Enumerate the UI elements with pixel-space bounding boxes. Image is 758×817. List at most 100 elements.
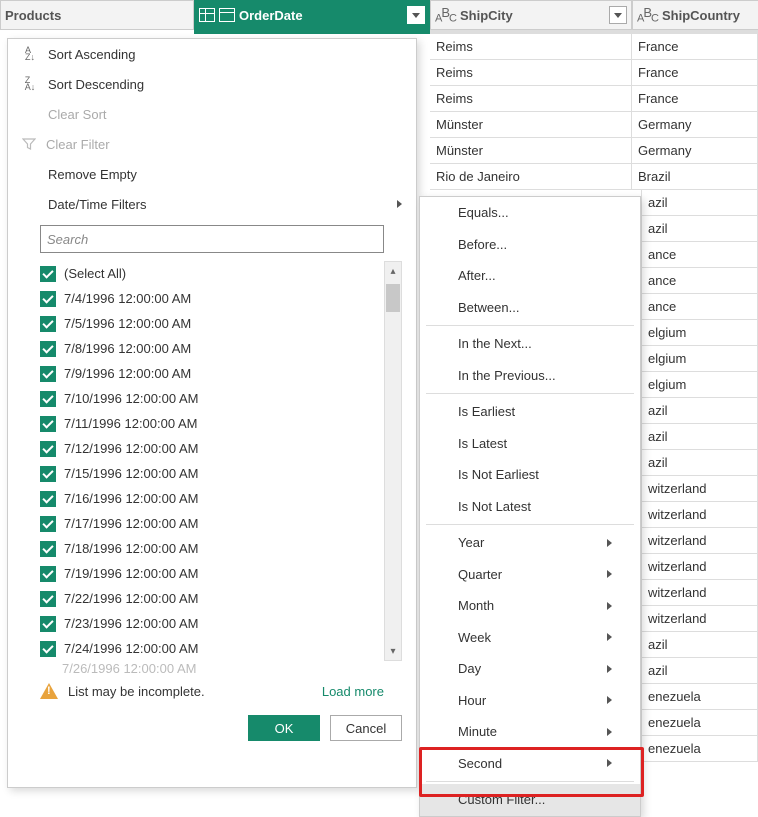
cell-shipcountry-partial[interactable]: elgium xyxy=(641,372,758,398)
cell-shipcountry-partial[interactable]: azil xyxy=(641,190,758,216)
filter-value-item[interactable]: 7/11/1996 12:00:00 AM xyxy=(40,411,382,436)
cell-shipcountry-partial[interactable]: witzerland xyxy=(641,528,758,554)
checkbox-icon[interactable] xyxy=(40,641,56,657)
cancel-button[interactable]: Cancel xyxy=(330,715,402,741)
cell-shipcountry-partial[interactable]: azil xyxy=(641,216,758,242)
table-row[interactable]: ance xyxy=(641,268,758,294)
cell-shipcountry-partial[interactable]: ance xyxy=(641,242,758,268)
datetime-filters[interactable]: Date/Time Filters xyxy=(8,189,416,219)
filter-in-next[interactable]: In the Next... xyxy=(420,328,640,360)
filter-value-item[interactable]: 7/19/1996 12:00:00 AM xyxy=(40,561,382,586)
table-row[interactable]: witzerland xyxy=(641,476,758,502)
filter-value-item[interactable]: 7/9/1996 12:00:00 AM xyxy=(40,361,382,386)
column-header-products[interactable]: Products xyxy=(0,0,194,30)
cell-shipcountry-partial[interactable]: enezuela xyxy=(641,684,758,710)
cell-shipcountry[interactable]: Brazil xyxy=(632,164,758,190)
table-row[interactable]: ReimsFrance xyxy=(430,60,758,86)
filter-year[interactable]: Year xyxy=(420,527,640,559)
checkbox-icon[interactable] xyxy=(40,416,56,432)
table-row[interactable]: ReimsFrance xyxy=(430,86,758,112)
table-row[interactable]: azil xyxy=(641,658,758,684)
table-row[interactable]: witzerland xyxy=(641,502,758,528)
scroll-thumb[interactable] xyxy=(386,284,400,312)
table-row[interactable]: azil xyxy=(641,398,758,424)
filter-value-item[interactable]: 7/15/1996 12:00:00 AM xyxy=(40,461,382,486)
cell-shipcountry-partial[interactable]: azil xyxy=(641,658,758,684)
filter-equals[interactable]: Equals... xyxy=(420,197,640,229)
table-row[interactable]: MünsterGermany xyxy=(430,138,758,164)
checkbox-icon[interactable] xyxy=(40,491,56,507)
filter-second[interactable]: Second xyxy=(420,748,640,780)
filter-in-previous[interactable]: In the Previous... xyxy=(420,360,640,392)
filter-month[interactable]: Month xyxy=(420,590,640,622)
filter-value-item[interactable]: 7/4/1996 12:00:00 AM xyxy=(40,286,382,311)
table-row[interactable]: witzerland xyxy=(641,580,758,606)
filter-custom[interactable]: Custom Filter... xyxy=(420,784,640,816)
filter-between[interactable]: Between... xyxy=(420,292,640,324)
filter-day[interactable]: Day xyxy=(420,653,640,685)
table-row[interactable]: azil xyxy=(641,216,758,242)
filter-is-not-latest[interactable]: Is Not Latest xyxy=(420,491,640,523)
table-row[interactable]: witzerland xyxy=(641,528,758,554)
table-row[interactable]: ance xyxy=(641,242,758,268)
table-row[interactable]: azil xyxy=(641,632,758,658)
column-header-orderdate[interactable]: OrderDate xyxy=(194,0,430,30)
cell-shipcity[interactable]: Rio de Janeiro xyxy=(430,164,632,190)
table-row[interactable]: azil xyxy=(641,190,758,216)
table-row[interactable]: azil xyxy=(641,424,758,450)
checkbox-icon[interactable] xyxy=(40,366,56,382)
filter-dropdown-button[interactable] xyxy=(609,6,627,24)
table-row[interactable]: witzerland xyxy=(641,554,758,580)
scrollbar[interactable]: ▴ ▾ xyxy=(384,261,402,661)
filter-is-not-earliest[interactable]: Is Not Earliest xyxy=(420,459,640,491)
cell-shipcountry-partial[interactable]: elgium xyxy=(641,320,758,346)
table-row[interactable]: Rio de JaneiroBrazil xyxy=(430,164,758,190)
filter-value-item[interactable]: 7/10/1996 12:00:00 AM xyxy=(40,386,382,411)
filter-is-latest[interactable]: Is Latest xyxy=(420,428,640,460)
table-row[interactable]: elgium xyxy=(641,320,758,346)
table-row[interactable]: enezuela xyxy=(641,736,758,762)
checkbox-icon[interactable] xyxy=(40,341,56,357)
filter-after[interactable]: After... xyxy=(420,260,640,292)
search-input[interactable]: Search xyxy=(40,225,384,253)
table-row[interactable]: elgium xyxy=(641,372,758,398)
cell-shipcountry-partial[interactable]: azil xyxy=(641,632,758,658)
cell-shipcountry-partial[interactable]: azil xyxy=(641,398,758,424)
cell-shipcountry-partial[interactable]: witzerland xyxy=(641,554,758,580)
checkbox-icon[interactable] xyxy=(40,391,56,407)
checkbox-icon[interactable] xyxy=(40,566,56,582)
filter-value-item[interactable]: 7/23/1996 12:00:00 AM xyxy=(40,611,382,636)
cell-shipcity[interactable]: Münster xyxy=(430,138,632,164)
filter-value-item[interactable]: 7/5/1996 12:00:00 AM xyxy=(40,311,382,336)
cell-shipcountry-partial[interactable]: azil xyxy=(641,424,758,450)
cell-shipcity[interactable]: Reims xyxy=(430,86,632,112)
cell-shipcountry-partial[interactable]: witzerland xyxy=(641,476,758,502)
table-row[interactable]: enezuela xyxy=(641,710,758,736)
filter-week[interactable]: Week xyxy=(420,622,640,654)
checkbox-icon[interactable] xyxy=(40,466,56,482)
cell-shipcity[interactable]: Reims xyxy=(430,34,632,60)
table-row[interactable]: MünsterGermany xyxy=(430,112,758,138)
cell-shipcity[interactable]: Reims xyxy=(430,60,632,86)
checkbox-icon[interactable] xyxy=(40,441,56,457)
filter-quarter[interactable]: Quarter xyxy=(420,559,640,591)
cell-shipcountry[interactable]: Germany xyxy=(632,138,758,164)
table-row[interactable]: elgium xyxy=(641,346,758,372)
cell-shipcity[interactable]: Münster xyxy=(430,112,632,138)
filter-minute[interactable]: Minute xyxy=(420,716,640,748)
cell-shipcountry[interactable]: France xyxy=(632,60,758,86)
cell-shipcountry-partial[interactable]: witzerland xyxy=(641,502,758,528)
scroll-down-button[interactable]: ▾ xyxy=(385,642,401,660)
table-row[interactable]: enezuela xyxy=(641,684,758,710)
cell-shipcountry-partial[interactable]: azil xyxy=(641,450,758,476)
cell-shipcountry-partial[interactable]: witzerland xyxy=(641,580,758,606)
cell-shipcountry-partial[interactable]: witzerland xyxy=(641,606,758,632)
filter-dropdown-button[interactable] xyxy=(407,6,425,24)
filter-value-item[interactable]: 7/18/1996 12:00:00 AM xyxy=(40,536,382,561)
table-row[interactable]: witzerland xyxy=(641,606,758,632)
filter-value-item[interactable]: 7/22/1996 12:00:00 AM xyxy=(40,586,382,611)
column-header-shipcity[interactable]: ABC ShipCity xyxy=(430,0,632,30)
table-row[interactable]: azil xyxy=(641,450,758,476)
cell-shipcountry-partial[interactable]: enezuela xyxy=(641,736,758,762)
checkbox-icon[interactable] xyxy=(40,316,56,332)
